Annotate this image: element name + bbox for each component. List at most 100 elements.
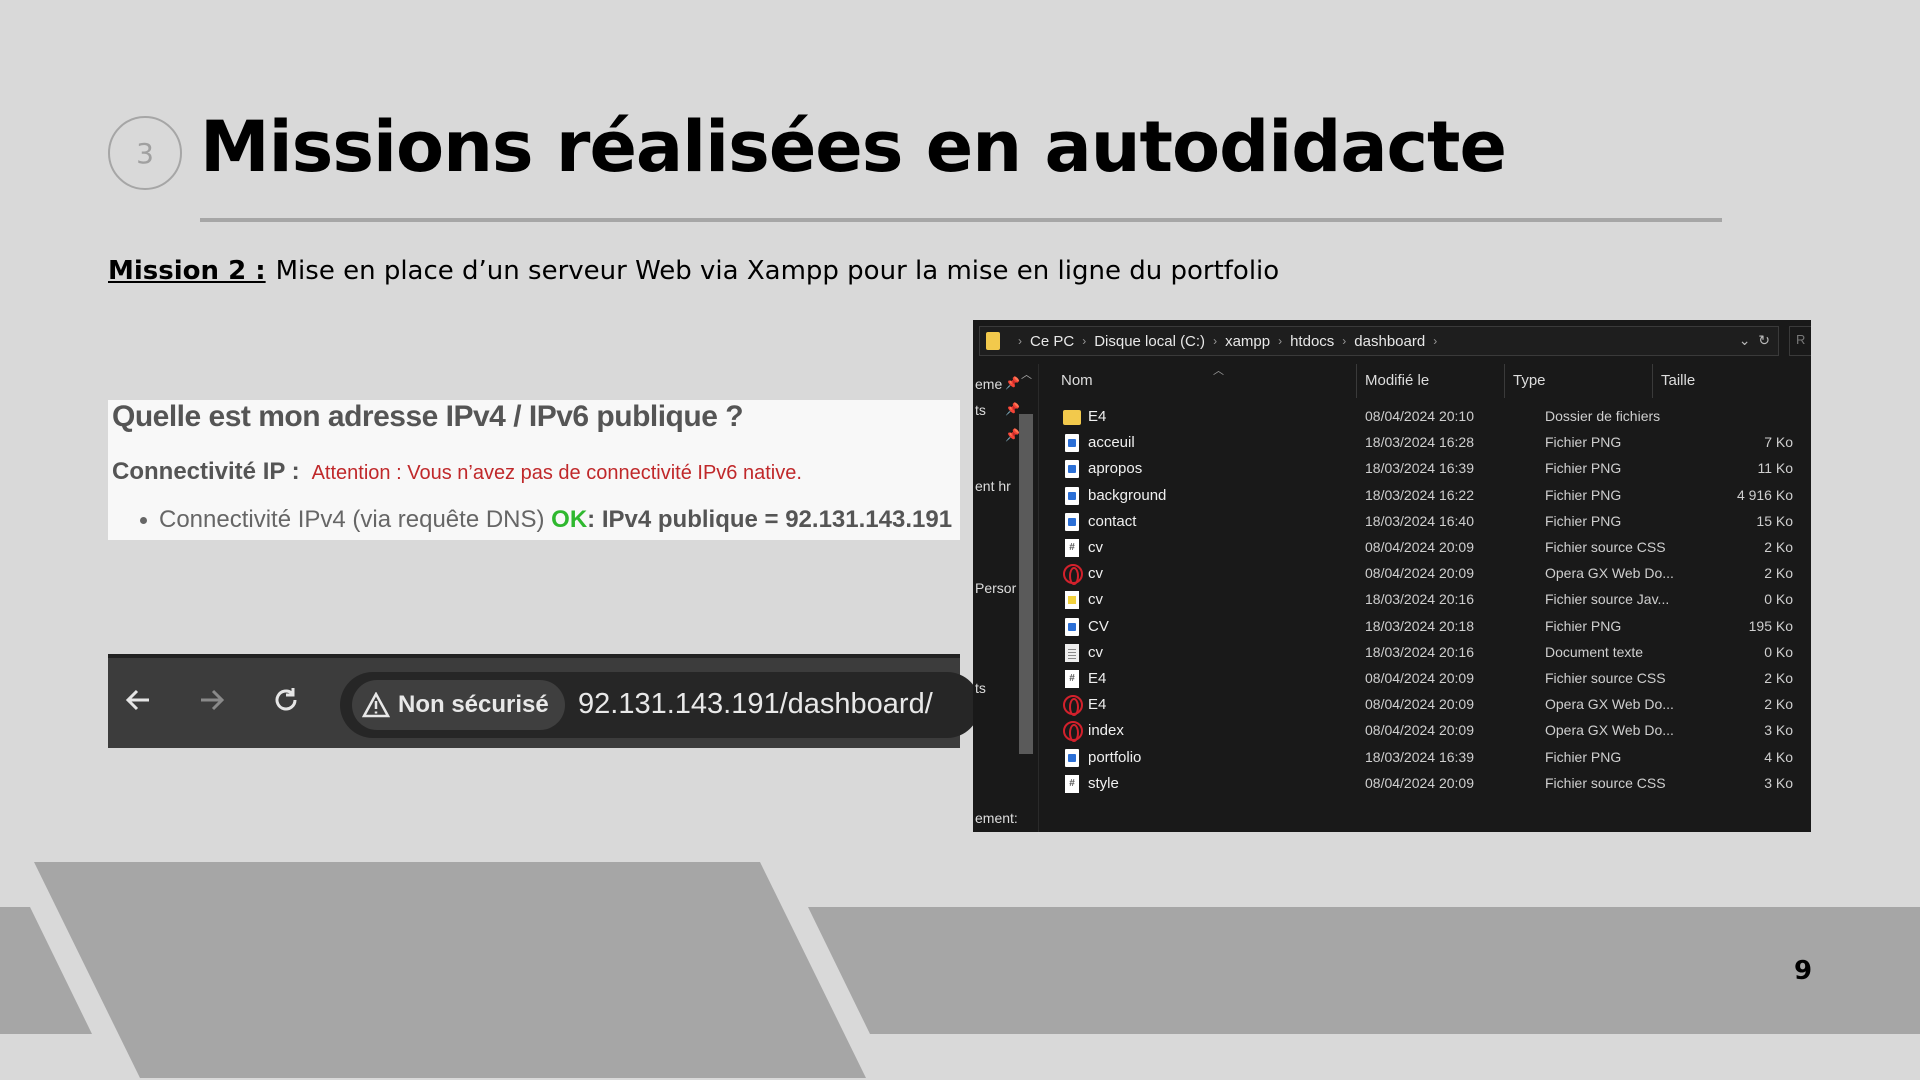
- file-size: 2 Ko: [1764, 539, 1793, 555]
- opera-gx-icon: [1063, 564, 1083, 586]
- pin-icon: 📌: [1005, 402, 1020, 416]
- file-row[interactable]: # E4 08/04/2024 20:09 Fichier source CSS 2 K…: [1063, 666, 1793, 692]
- ipv6-warning: Attention : Vous n’avez pas de connectiv…: [311, 462, 802, 484]
- file-explorer-window: › Ce PC › Disque local (C:) › xampp › ht…: [973, 320, 1811, 832]
- file-row[interactable]: E4 08/04/2024 20:10 Dossier de fichiers: [1063, 404, 1793, 430]
- file-row[interactable]: cv 08/04/2024 20:09 Opera GX Web Do... 2 Ko: [1063, 561, 1793, 587]
- file-type: Fichier source CSS: [1545, 774, 1666, 791]
- folder-icon: [1063, 410, 1081, 425]
- file-row[interactable]: portfolio 18/03/2024 16:39 Fichier PNG 4 Ko: [1063, 745, 1793, 771]
- file-size: 2 Ko: [1764, 565, 1793, 582]
- slide-title: Missions réalisées en autodidacte: [200, 106, 1507, 188]
- file-size: 4 916 Ko: [1736, 486, 1793, 503]
- nav-item[interactable]: eme: [975, 376, 1002, 392]
- column-header-type[interactable]: Type: [1505, 364, 1653, 398]
- forward-arrow-icon[interactable]: [192, 680, 232, 720]
- file-row[interactable]: apropos 18/03/2024 16:39 Fichier PNG 11 Ko: [1063, 456, 1793, 482]
- png-file-icon: [1065, 617, 1079, 636]
- security-chip[interactable]: Non sécurisé: [352, 680, 565, 730]
- ip-check-panel: Quelle est mon adresse IPv4 / IPv6 publi…: [108, 400, 960, 540]
- nav-item[interactable]: ement:: [975, 810, 1018, 826]
- chevron-down-icon[interactable]: ⌄: [1739, 332, 1751, 348]
- file-modified: 18/03/2024 16:40: [1365, 512, 1474, 529]
- ip-check-heading: Quelle est mon adresse IPv4 / IPv6 publi…: [112, 400, 744, 433]
- file-type: Fichier PNG: [1545, 748, 1622, 765]
- reload-icon[interactable]: [266, 680, 306, 720]
- chevron-right-icon: ›: [1342, 334, 1347, 348]
- chevron-right-icon: ›: [1433, 334, 1438, 348]
- file-row[interactable]: # cv 08/04/2024 20:09 Fichier source CSS 2 K…: [1063, 535, 1793, 561]
- browser-toolbar: Non sécurisé 92.131.143.191/dashboard/: [108, 654, 980, 748]
- file-name: index: [1088, 722, 1124, 740]
- file-row[interactable]: background 18/03/2024 16:22 Fichier PNG 4 9…: [1063, 483, 1793, 509]
- ipv4-result: Connectivité IPv4 (via requête DNS) OK: …: [140, 506, 952, 534]
- file-row[interactable]: index 08/04/2024 20:09 Opera GX Web Do... 3…: [1063, 718, 1793, 744]
- file-name: E4: [1088, 408, 1107, 425]
- security-label: Non sécurisé: [398, 691, 549, 718]
- breadcrumb-local-disk[interactable]: Disque local (C:): [1094, 333, 1205, 350]
- nav-scrollbar[interactable]: [1019, 414, 1033, 754]
- nav-item[interactable]: ts: [975, 402, 986, 418]
- png-file-icon: [1065, 460, 1079, 479]
- refresh-icon[interactable]: ↻: [1758, 332, 1770, 348]
- file-row[interactable]: E4 08/04/2024 20:09 Opera GX Web Do... 2 Ko: [1063, 692, 1793, 718]
- column-header-size[interactable]: Taille: [1653, 364, 1811, 398]
- file-type: Opera GX Web Do...: [1545, 696, 1674, 713]
- warning-triangle-icon: [362, 692, 390, 718]
- mission-description: Mission 2 : Mise en place d’un serveur We…: [108, 256, 1279, 286]
- file-type: Fichier source Jav...: [1545, 591, 1670, 608]
- back-arrow-icon[interactable]: [118, 680, 158, 720]
- explorer-search-input[interactable]: R: [1789, 326, 1811, 356]
- file-row[interactable]: cv 18/03/2024 20:16 Document texte 0 Ko: [1063, 640, 1793, 666]
- file-modified: 08/04/2024 20:09: [1365, 539, 1474, 555]
- file-modified: 18/03/2024 16:39: [1365, 460, 1474, 477]
- nav-item[interactable]: ent hr: [975, 478, 1011, 494]
- file-name: cv: [1088, 539, 1103, 556]
- nav-item[interactable]: ts: [975, 680, 986, 696]
- file-type: Fichier source CSS: [1545, 670, 1666, 686]
- file-name: CV: [1088, 617, 1109, 635]
- title-divider: [200, 218, 1722, 222]
- css-file-icon: #: [1065, 774, 1079, 793]
- file-size: 2 Ko: [1764, 696, 1793, 713]
- file-name: portfolio: [1088, 748, 1142, 766]
- file-size: 2 Ko: [1764, 670, 1793, 686]
- opera-gx-icon: [1063, 721, 1083, 743]
- file-type: Opera GX Web Do...: [1545, 722, 1674, 739]
- url-text[interactable]: 92.131.143.191/dashboard/: [578, 688, 933, 721]
- file-modified: 18/03/2024 20:16: [1365, 643, 1474, 660]
- file-modified: 18/03/2024 16:22: [1365, 486, 1474, 503]
- file-size: 3 Ko: [1764, 722, 1793, 739]
- file-type: Fichier PNG: [1545, 512, 1622, 529]
- opera-gx-icon: [1063, 695, 1083, 717]
- nav-item[interactable]: Persor: [975, 580, 1016, 596]
- file-row[interactable]: # style 08/04/2024 20:09 Fichier source CSS…: [1063, 771, 1793, 797]
- file-size: 195 Ko: [1748, 617, 1793, 634]
- file-name: apropos: [1088, 460, 1143, 478]
- file-row[interactable]: contact 18/03/2024 16:40 Fichier PNG 15 Ko: [1063, 509, 1793, 535]
- file-row[interactable]: CV 18/03/2024 20:18 Fichier PNG 195 Ko: [1063, 614, 1793, 640]
- explorer-address-bar[interactable]: › Ce PC › Disque local (C:) › xampp › ht…: [979, 326, 1779, 356]
- file-type: Fichier PNG: [1545, 434, 1622, 451]
- address-bar[interactable]: Non sécurisé 92.131.143.191/dashboard/: [340, 672, 980, 738]
- column-header-modified[interactable]: Modifié le: [1357, 364, 1505, 398]
- chevron-right-icon: ›: [1018, 334, 1022, 348]
- file-row[interactable]: cv 18/03/2024 20:16 Fichier source Jav... 0…: [1063, 587, 1793, 613]
- file-row[interactable]: acceuil 18/03/2024 16:28 Fichier PNG 7 Ko: [1063, 430, 1793, 456]
- breadcrumb-dashboard[interactable]: dashboard: [1354, 333, 1425, 350]
- breadcrumb-htdocs[interactable]: htdocs: [1290, 333, 1334, 350]
- file-size: 15 Ko: [1756, 512, 1793, 529]
- pin-icon: 📌: [1005, 376, 1020, 390]
- breadcrumb-this-pc[interactable]: Ce PC: [1030, 333, 1074, 350]
- css-file-icon: #: [1065, 539, 1079, 557]
- file-size: 0 Ko: [1764, 591, 1793, 608]
- column-header-name[interactable]: Nom: [1053, 364, 1357, 398]
- file-type: Document texte: [1545, 643, 1644, 660]
- file-name: background: [1088, 486, 1167, 504]
- file-size: 4 Ko: [1764, 748, 1793, 765]
- breadcrumb-xampp[interactable]: xampp: [1225, 333, 1270, 350]
- bullet-icon: [140, 517, 147, 525]
- file-size: 11 Ko: [1757, 460, 1793, 477]
- scroll-up-icon[interactable]: ︿: [1021, 366, 1032, 382]
- png-file-icon: [1065, 486, 1079, 505]
